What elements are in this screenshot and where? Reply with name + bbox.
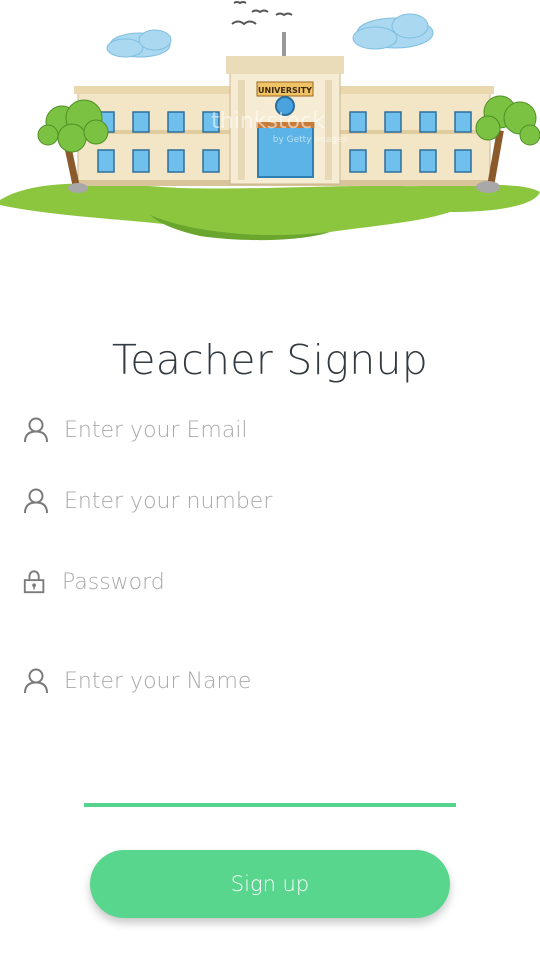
person-icon xyxy=(24,668,48,694)
page-title: Teacher Signup xyxy=(111,336,429,384)
svg-text:UNIVERSITY: UNIVERSITY xyxy=(258,86,312,95)
birds-icon xyxy=(231,1,293,26)
email-input[interactable] xyxy=(64,408,504,452)
person-icon xyxy=(24,488,48,514)
number-field-row xyxy=(0,479,540,525)
svg-text:by Getty Images: by Getty Images xyxy=(273,135,348,145)
email-field-row xyxy=(0,408,540,454)
person-icon xyxy=(24,417,48,443)
svg-text:thinkstock: thinkstock xyxy=(211,109,325,134)
password-field-row xyxy=(0,560,540,606)
signup-screen: UNIVERSITY thinkstock by Getty Images Te… xyxy=(0,0,540,960)
lock-icon xyxy=(23,570,45,594)
university-illustration: UNIVERSITY thinkstock by Getty Images xyxy=(0,0,540,245)
number-input[interactable] xyxy=(64,479,504,523)
signup-button[interactable]: Sign up xyxy=(90,850,450,918)
password-input[interactable] xyxy=(62,560,502,604)
name-input[interactable] xyxy=(64,659,504,703)
name-field-row xyxy=(0,659,540,705)
accent-divider xyxy=(84,803,456,807)
